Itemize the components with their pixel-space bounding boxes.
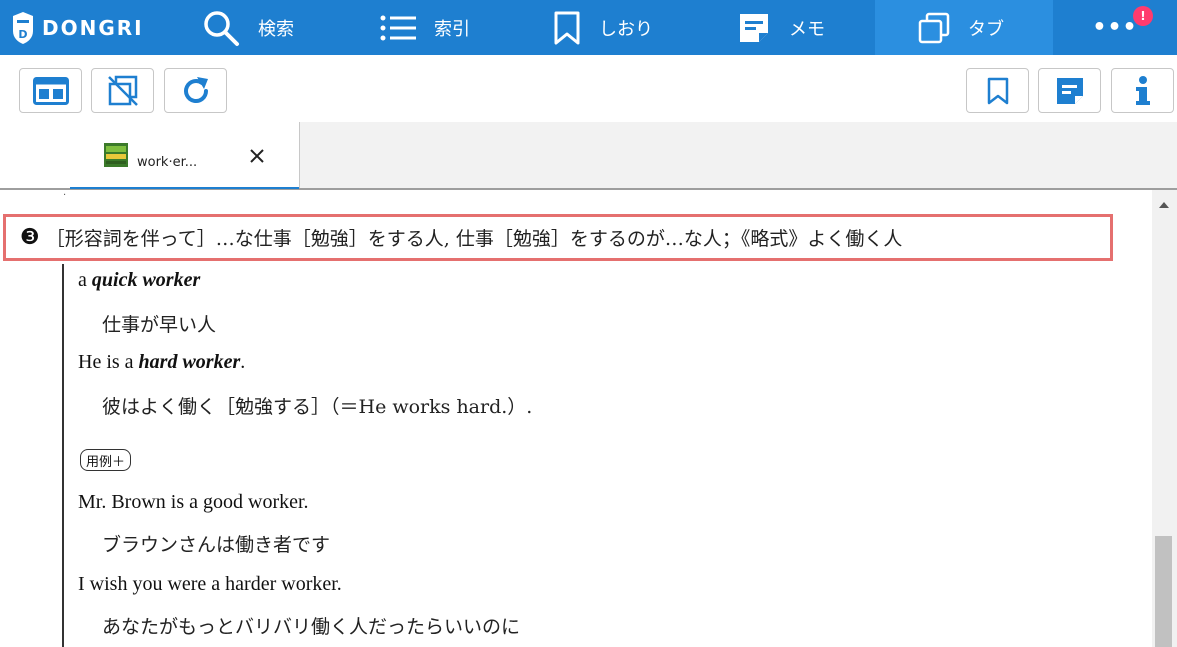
example-sentence: a quick worker [78, 269, 200, 292]
sync-toggle-button[interactable] [91, 68, 154, 113]
list-icon [380, 15, 416, 40]
svg-text:D: D [18, 28, 27, 41]
sense-number: ❸ [20, 225, 40, 250]
top-navigation-bar: D DONGRI 検索 索引 しおり メモ タブ ••• ! [0, 0, 1177, 55]
bookmark-icon [554, 11, 580, 44]
example-text-suffix: . [240, 351, 246, 373]
nav-tabs[interactable]: タブ [875, 0, 1053, 55]
example-text: a [78, 269, 92, 291]
nav-tabs-label: タブ [968, 18, 1004, 40]
scroll-up-arrow-icon[interactable] [1159, 202, 1169, 208]
close-icon[interactable] [247, 146, 267, 166]
more-examples-button[interactable]: 用例＋ [80, 449, 132, 471]
example-sentence: He is a hard worker. [78, 351, 245, 374]
bookmark-icon [987, 77, 1008, 104]
tab-strip: work·er... [0, 122, 1177, 190]
example-text: He is a [78, 351, 139, 373]
dongri-logo-icon: D [13, 12, 33, 44]
example-block-rule [62, 264, 64, 647]
dictionary-entry-content: · ❸ ［形容詞を伴って］…な仕事［勉強］をする人, 仕事［勉強］をするのが…な… [0, 190, 1152, 647]
memo-icon [740, 13, 768, 42]
dictionary-favicon-icon [104, 143, 128, 167]
vertical-scrollbar[interactable] [1152, 190, 1177, 647]
example-sentence: Mr. Brown is a good worker. [78, 491, 309, 513]
sense-definition-highlighted[interactable]: ❸ ［形容詞を伴って］…な仕事［勉強］をする人, 仕事［勉強］をするのが…な人；… [3, 214, 1113, 261]
memo-icon [1056, 77, 1083, 104]
example-translation: あなたがもっとバリバリ働く人だったらいいのに [102, 616, 521, 638]
example-headword: quick worker [91, 269, 201, 291]
nav-index-label: 索引 [434, 18, 470, 40]
nav-bookmarks-label: しおり [599, 18, 653, 40]
notification-badge: ! [1133, 6, 1153, 26]
add-bookmark-button[interactable] [966, 68, 1029, 113]
refresh-icon [183, 76, 208, 103]
nav-memo[interactable]: メモ [737, 0, 825, 55]
layout-icon [32, 76, 69, 105]
example-translation: ブラウンさんは働き者です [102, 534, 331, 556]
tab-active-indicator [70, 187, 299, 189]
no-sync-icon [107, 75, 138, 106]
nav-memo-label: メモ [789, 18, 825, 40]
nav-bookmarks[interactable]: しおり [553, 0, 653, 55]
search-icon [204, 10, 239, 46]
example-sentence: I wish you were a harder worker. [78, 573, 342, 595]
nav-search-label: 検索 [258, 18, 294, 40]
brand[interactable]: D DONGRI [12, 10, 144, 46]
tab-worker[interactable]: work·er... [0, 122, 300, 189]
add-memo-button[interactable] [1038, 68, 1101, 113]
example-headword: hard worker [138, 351, 241, 373]
info-button[interactable] [1111, 68, 1174, 113]
nav-index[interactable]: 索引 [380, 0, 470, 55]
tabs-icon [918, 12, 950, 43]
info-icon [1135, 75, 1150, 105]
refresh-button[interactable] [164, 68, 227, 113]
layout-button[interactable] [19, 68, 82, 113]
toolbar [0, 55, 1177, 122]
nav-more[interactable]: ••• ! [1053, 0, 1177, 55]
nav-search[interactable]: 検索 [202, 0, 294, 55]
sense-text: ［形容詞を伴って］…な仕事［勉強］をする人, 仕事［勉強］をするのが…な人；《略… [45, 228, 903, 250]
tab-title: work·er... [137, 155, 198, 170]
scrollbar-thumb[interactable] [1155, 536, 1172, 647]
more-icon: ••• [1092, 15, 1138, 40]
example-translation: 仕事が早い人 [102, 314, 217, 336]
brand-name: DONGRI [42, 16, 144, 40]
divider-mark: · [63, 190, 67, 201]
example-translation: 彼はよく働く［勉強する］（＝He works hard.）. [102, 396, 533, 418]
